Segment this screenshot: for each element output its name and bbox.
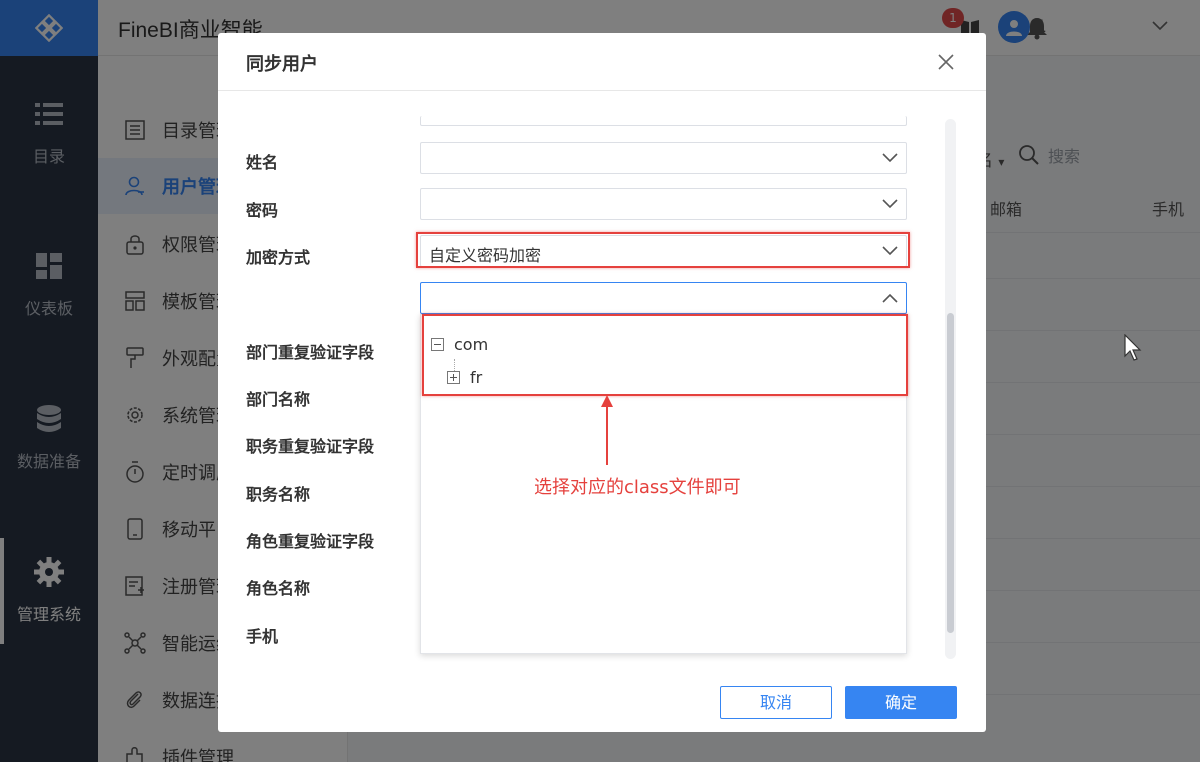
highlight-box-encryption xyxy=(416,232,910,268)
field-label-dept-name: 部门名称 xyxy=(246,390,311,409)
field-label-role-name: 角色名称 xyxy=(246,579,311,598)
chevron-down-icon xyxy=(882,153,898,163)
arrow-up-icon xyxy=(601,395,613,465)
sync-users-dialog: 同步用户 姓名 密码 加密方式 自定义密码加密 com fr 选择对应的clas… xyxy=(218,33,986,732)
dialog-header: 同步用户 xyxy=(218,33,986,91)
class-file-select[interactable] xyxy=(420,282,907,314)
scrollbar-thumb[interactable] xyxy=(947,313,954,633)
field-label-role-verify: 角色重复验证字段 xyxy=(246,532,375,551)
field-label-password: 密码 xyxy=(246,201,279,220)
dialog-title: 同步用户 xyxy=(246,54,318,75)
scrolled-field[interactable] xyxy=(420,116,907,126)
field-label-job-verify: 职务重复验证字段 xyxy=(246,437,375,456)
dialog-scrollbar[interactable] xyxy=(945,119,956,659)
chevron-up-icon xyxy=(882,293,898,303)
annotation-text: 选择对应的class文件即可 xyxy=(534,477,741,498)
chevron-down-icon xyxy=(882,199,898,209)
confirm-button[interactable]: 确定 xyxy=(845,686,957,719)
mouse-cursor-icon xyxy=(1124,334,1142,361)
cancel-button[interactable]: 取消 xyxy=(720,686,832,719)
field-label-dept-verify: 部门重复验证字段 xyxy=(246,343,375,362)
password-field-select[interactable] xyxy=(420,188,907,220)
field-label-encryption: 加密方式 xyxy=(246,248,311,267)
name-field-select[interactable] xyxy=(420,142,907,174)
highlight-box-tree xyxy=(422,314,908,396)
close-icon[interactable] xyxy=(936,52,956,72)
field-label-job-name: 职务名称 xyxy=(246,485,311,504)
field-label-phone: 手机 xyxy=(246,627,279,646)
field-label-name: 姓名 xyxy=(246,153,279,172)
